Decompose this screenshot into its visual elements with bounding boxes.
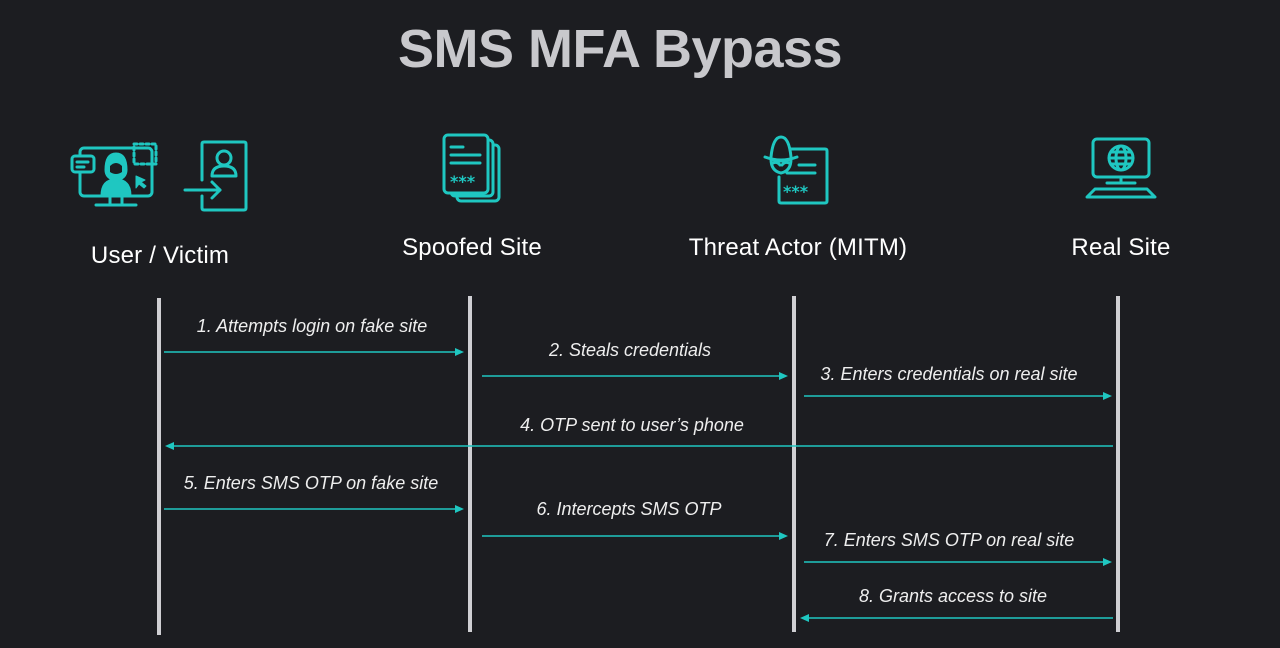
arrowhead-icon: [455, 348, 464, 356]
hacker-document-password-icon: ***: [763, 133, 833, 205]
lifeline-spoofed-site: [468, 296, 472, 632]
svg-text:***: ***: [450, 172, 476, 191]
svg-text:***: ***: [783, 182, 809, 201]
actor-label-spoofed-site: Spoofed Site: [402, 234, 542, 261]
message-label: 2. Steals credentials: [548, 340, 712, 360]
message-label: 8. Grants access to site: [858, 586, 1048, 606]
lifeline-threat-actor: [792, 296, 796, 632]
lifeline-user: [157, 298, 161, 635]
message-arrow-5: [164, 505, 464, 513]
message-arrow-4: [165, 442, 1113, 450]
login-door-icon: [182, 140, 250, 212]
actor-label-user: User / Victim: [90, 242, 230, 269]
message-label: 1. Attempts login on fake site: [196, 316, 428, 336]
arrowhead-icon: [1103, 558, 1112, 566]
message-label: 7. Enters SMS OTP on real site: [823, 530, 1075, 550]
arrowhead-icon: [455, 505, 464, 513]
message-arrow-6: [482, 532, 788, 540]
arrowhead-icon: [779, 532, 788, 540]
lifeline-real-site: [1116, 296, 1120, 632]
diagram-title: SMS MFA Bypass: [397, 19, 843, 79]
message-label: 5. Enters SMS OTP on fake site: [183, 473, 439, 493]
message-label: 3. Enters credentials on real site: [820, 364, 1078, 384]
computer-globe-icon: [1083, 137, 1159, 201]
message-label: 6. Intercepts SMS OTP: [536, 499, 722, 519]
message-arrow-2: [482, 372, 788, 380]
message-label: 4. OTP sent to user’s phone: [520, 415, 744, 435]
actor-label-real-site: Real Site: [1071, 234, 1171, 261]
arrowhead-icon: [1103, 392, 1112, 400]
actor-label-threat-actor: Threat Actor (MITM): [688, 234, 908, 261]
arrowhead-icon: [800, 614, 809, 622]
message-arrow-3: [804, 392, 1112, 400]
arrowhead-icon: [779, 372, 788, 380]
message-arrows: [164, 348, 1113, 622]
message-arrow-7: [804, 558, 1112, 566]
arrowhead-icon: [165, 442, 174, 450]
message-arrow-1: [164, 348, 464, 356]
user-at-computer-icon: [70, 140, 160, 210]
message-arrow-8: [800, 614, 1113, 622]
stacked-documents-password-icon: ***: [441, 133, 503, 205]
